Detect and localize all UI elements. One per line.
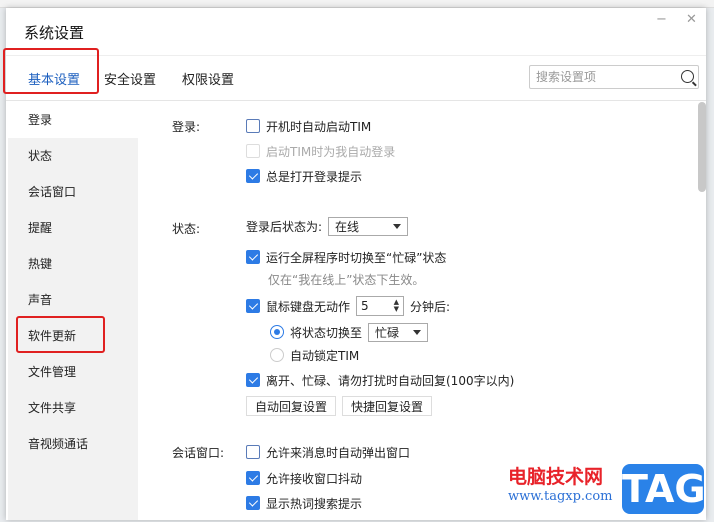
- watermark: 电脑技术网 www.tagxp.com: [508, 462, 613, 504]
- sidebar-item-file-management[interactable]: 文件管理: [8, 354, 138, 390]
- sidebar-item-av-call[interactable]: 音视频通话: [8, 426, 138, 462]
- option-login-prompt: 总是打开登录提示: [246, 166, 362, 186]
- background-window: [0, 0, 714, 8]
- close-button[interactable]: ✕: [686, 12, 697, 27]
- watermark-text: 电脑技术网: [508, 466, 604, 488]
- option-window-shake: 允许接收窗口抖动: [246, 468, 362, 488]
- login-section-label: 登录:: [172, 120, 201, 134]
- checkbox[interactable]: [246, 299, 260, 313]
- status-dropdown[interactable]: 在线: [328, 216, 409, 236]
- reply-buttons: 自动回复设置 快捷回复设置: [246, 396, 433, 416]
- auto-reply-settings-button[interactable]: 自动回复设置: [246, 396, 337, 416]
- settings-content: 登录: 开机时自动启动TIM 启动TIM时为我自动登录 总是打开登录提示 状态:…: [138, 102, 698, 520]
- checkbox[interactable]: [246, 471, 260, 485]
- tab-basic[interactable]: 基本设置: [21, 69, 87, 94]
- minimize-button[interactable]: −: [656, 12, 667, 27]
- radio[interactable]: [270, 348, 284, 362]
- quick-reply-settings-button[interactable]: 快捷回复设置: [342, 396, 433, 416]
- checkbox[interactable]: [246, 119, 260, 133]
- search-input[interactable]: [530, 66, 670, 88]
- tab-permissions[interactable]: 权限设置: [182, 69, 234, 88]
- chat-section-label: 会话窗口:: [172, 446, 225, 460]
- status-section-label: 状态:: [172, 222, 201, 236]
- option-idle: 鼠标键盘无动作 5 ▲ ▼ 分钟后:: [246, 296, 450, 316]
- option-auto-reply: 离开、忙碌、请勿打扰时自动回复(100字以内): [246, 370, 514, 390]
- option-fullscreen-busy: 运行全屏程序时切换至“忙碌”状态: [246, 247, 446, 267]
- sidebar-item-file-sharing[interactable]: 文件共享: [8, 390, 138, 426]
- checkbox[interactable]: [246, 169, 260, 183]
- settings-window: 系统设置 − ✕ 基本设置 安全设置 权限设置 登录 状态 会话窗口 提醒 热键…: [6, 8, 706, 520]
- watermark-tag-logo: TAG: [622, 464, 706, 514]
- search-box: [529, 65, 699, 89]
- dropdown-arrow-icon: [393, 223, 402, 229]
- after-login-status: 登录后状态为: 在线: [246, 216, 409, 236]
- option-switch-status: 将状态切换至 忙碌: [270, 322, 429, 342]
- watermark-url: www.tagxp.com: [508, 489, 613, 504]
- sidebar-item-sound[interactable]: 声音: [8, 282, 138, 318]
- checkbox: [246, 144, 260, 158]
- checkbox[interactable]: [246, 445, 260, 459]
- sidebar-item-chat-window[interactable]: 会话窗口: [8, 174, 138, 210]
- scrollbar-thumb[interactable]: [698, 102, 706, 192]
- option-auto-popup: 允许来消息时自动弹出窗口: [246, 442, 410, 462]
- option-autologin: 启动TIM时为我自动登录: [246, 141, 395, 161]
- scrollbar[interactable]: [698, 102, 706, 520]
- window-title: 系统设置: [24, 24, 85, 42]
- sidebar-item-reminder[interactable]: 提醒: [8, 210, 138, 246]
- sidebar-item-status[interactable]: 状态: [8, 138, 138, 174]
- status-hint: 仅在“我在线上”状态下生效。: [268, 272, 425, 287]
- option-auto-lock: 自动锁定TIM: [270, 345, 359, 365]
- sidebar: 登录 状态 会话窗口 提醒 热键 声音 软件更新 文件管理 文件共享 音视频通话: [8, 102, 138, 520]
- checkbox[interactable]: [246, 250, 260, 264]
- checkbox[interactable]: [246, 373, 260, 387]
- dropdown-arrow-icon: [413, 329, 422, 335]
- stepper-arrows-icon[interactable]: ▲ ▼: [394, 299, 399, 313]
- sidebar-item-hotkeys[interactable]: 热键: [8, 246, 138, 282]
- radio[interactable]: [270, 325, 284, 339]
- tab-security[interactable]: 安全设置: [104, 69, 156, 88]
- idle-status-dropdown[interactable]: 忙碌: [368, 322, 429, 342]
- sidebar-item-software-update[interactable]: 软件更新: [8, 318, 138, 354]
- minutes-stepper[interactable]: 5 ▲ ▼: [356, 296, 405, 316]
- checkbox[interactable]: [246, 496, 260, 510]
- search-icon[interactable]: [681, 70, 694, 83]
- sidebar-item-login[interactable]: 登录: [8, 102, 138, 138]
- option-hot-words: 显示热词搜索提示: [246, 493, 362, 513]
- tab-bar: 基本设置 安全设置 权限设置: [6, 55, 706, 101]
- option-autostart: 开机时自动启动TIM: [246, 116, 371, 136]
